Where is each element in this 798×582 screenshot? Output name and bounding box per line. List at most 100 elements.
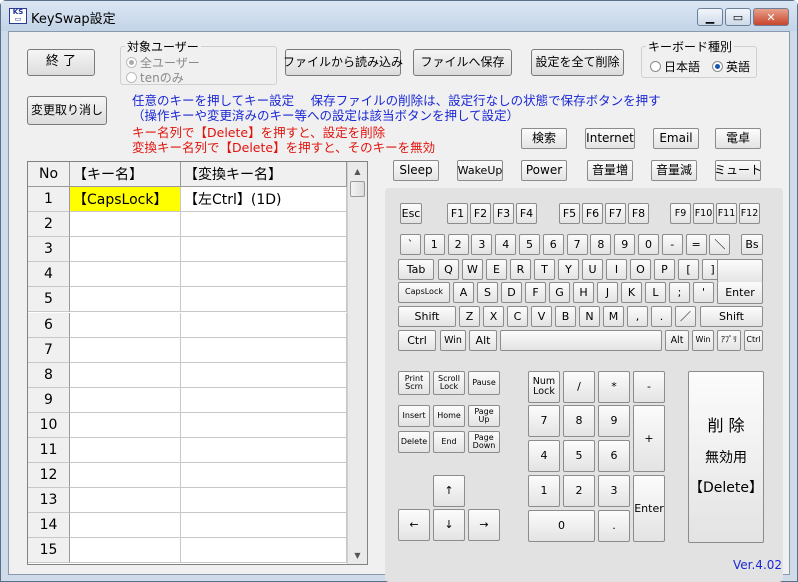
key-num-row-3[interactable]: 3 bbox=[471, 234, 493, 255]
key-internet[interactable]: Internet bbox=[585, 128, 635, 149]
grid-cell-key[interactable] bbox=[70, 312, 181, 338]
grid-cell-to[interactable] bbox=[181, 488, 347, 514]
key-space[interactable] bbox=[500, 330, 662, 351]
key-print-screen[interactable]: Print Scrn bbox=[398, 371, 430, 395]
maximize-button[interactable]: ▭ bbox=[725, 8, 751, 26]
grid-cell-to[interactable] bbox=[181, 237, 347, 263]
radio-ten-only[interactable]: tenのみ bbox=[126, 69, 184, 86]
grid-cell-to[interactable] bbox=[181, 312, 347, 338]
key-num-multiply[interactable]: * bbox=[598, 371, 630, 403]
key-q-row-6[interactable]: Y bbox=[558, 259, 579, 280]
key-num-row-5[interactable]: 5 bbox=[519, 234, 540, 255]
grid-cell-to[interactable] bbox=[181, 337, 347, 363]
close-button[interactable]: ✕ bbox=[753, 8, 789, 26]
key-num-row-12[interactable]: = bbox=[685, 234, 707, 255]
key-z-row-2[interactable]: X bbox=[483, 306, 504, 327]
key-f9[interactable]: F9 bbox=[670, 203, 691, 224]
key-enter[interactable]: Enter bbox=[717, 282, 763, 304]
key-z-row-8[interactable]: , bbox=[627, 306, 648, 327]
key-f3[interactable]: F3 bbox=[493, 203, 514, 224]
grid-cell-to[interactable] bbox=[181, 287, 347, 313]
key-num-row-11[interactable]: - bbox=[661, 234, 683, 255]
key-z-row-7[interactable]: M bbox=[603, 306, 624, 327]
key-a-row-10[interactable]: ; bbox=[669, 282, 690, 303]
key-a-row-7[interactable]: J bbox=[597, 282, 618, 303]
key-num-5[interactable]: 5 bbox=[563, 440, 595, 472]
delete-all-settings-button[interactable]: 設定を全て削除 bbox=[531, 49, 624, 76]
key-num-3[interactable]: 3 bbox=[598, 475, 630, 507]
key-z-row-9[interactable]: . bbox=[651, 306, 672, 327]
key-num-minus[interactable]: - bbox=[633, 371, 665, 403]
grid-cell-key[interactable] bbox=[70, 362, 181, 388]
key-page-up[interactable]: Page Up bbox=[468, 405, 500, 427]
key-alt-left[interactable]: Alt bbox=[469, 330, 497, 351]
grid-cell-key[interactable] bbox=[70, 488, 181, 514]
key-arrow-right[interactable]: → bbox=[468, 509, 500, 541]
key-a-row-4[interactable]: F bbox=[525, 282, 546, 303]
key-num-row-1[interactable]: 1 bbox=[423, 234, 445, 255]
grid-cell-key[interactable] bbox=[70, 387, 181, 413]
grid-cell-key[interactable] bbox=[70, 337, 181, 363]
key-num-0[interactable]: 0 bbox=[528, 510, 595, 542]
key-a-row-1[interactable]: A bbox=[453, 282, 474, 303]
key-sleep[interactable]: Sleep bbox=[393, 160, 439, 181]
key-num-divide[interactable]: / bbox=[563, 371, 595, 403]
key-alt-right[interactable]: Alt bbox=[665, 330, 689, 351]
key-pause[interactable]: Pause bbox=[468, 371, 500, 395]
key-z-row-1[interactable]: Z bbox=[459, 306, 480, 327]
scroll-up-arrow-icon[interactable]: ▲ bbox=[348, 162, 367, 180]
key-win-left[interactable]: Win bbox=[440, 330, 466, 351]
grid-cell-key[interactable] bbox=[70, 513, 181, 539]
key-ctrl-left[interactable]: Ctrl bbox=[398, 330, 436, 351]
key-a-row-11[interactable]: ' bbox=[693, 282, 714, 303]
key-tab[interactable]: Tab bbox=[398, 259, 434, 280]
key-q-row-3[interactable]: E bbox=[486, 259, 507, 280]
key-num-decimal[interactable]: . bbox=[598, 510, 630, 542]
grid-cell-to[interactable] bbox=[181, 387, 347, 413]
grid-cell-key[interactable]: 【CapsLock】 bbox=[70, 187, 181, 212]
load-from-file-button[interactable]: ファイルから読み込み bbox=[283, 49, 403, 76]
key-end[interactable]: End bbox=[433, 431, 465, 453]
key-num-row-6[interactable]: 6 bbox=[542, 234, 564, 255]
key-esc[interactable]: Esc bbox=[400, 203, 422, 224]
key-search[interactable]: 検索 bbox=[521, 128, 567, 149]
key-f8[interactable]: F8 bbox=[628, 203, 649, 224]
key-calculator[interactable]: 電卓 bbox=[715, 128, 761, 149]
key-home[interactable]: Home bbox=[433, 405, 465, 427]
grid-cell-key[interactable] bbox=[70, 287, 181, 313]
key-num-row-0[interactable]: ` bbox=[400, 234, 421, 255]
key-f7[interactable]: F7 bbox=[605, 203, 626, 224]
key-num-plus[interactable]: + bbox=[633, 405, 665, 472]
key-volume-down[interactable]: 音量減 bbox=[651, 160, 697, 181]
key-a-row-5[interactable]: G bbox=[549, 282, 570, 303]
key-z-row-10[interactable]: ／ bbox=[675, 306, 696, 327]
key-z-row-6[interactable]: N bbox=[579, 306, 600, 327]
minimize-button[interactable]: ▁ bbox=[697, 8, 723, 26]
undo-changes-button[interactable]: 変更取り消し bbox=[27, 96, 107, 125]
key-apps[interactable]: ｱﾌﾟﾘ bbox=[717, 330, 741, 351]
key-z-row-5[interactable]: B bbox=[555, 306, 576, 327]
key-capslock[interactable]: CapsLock bbox=[398, 282, 450, 303]
key-f11[interactable]: F11 bbox=[716, 203, 737, 224]
key-ctrl-right[interactable]: Ctrl bbox=[744, 330, 763, 351]
vertical-scrollbar[interactable]: ▲ ▼ bbox=[347, 162, 367, 564]
key-z-row-3[interactable]: C bbox=[507, 306, 528, 327]
key-q-row-2[interactable]: W bbox=[462, 259, 483, 280]
key-num-row-9[interactable]: 9 bbox=[614, 234, 636, 255]
exit-button[interactable]: 終 了 bbox=[27, 49, 95, 76]
key-page-down[interactable]: Page Down bbox=[468, 431, 500, 453]
delete-disable-button[interactable]: 削 除無効用 【Delete】 bbox=[688, 371, 764, 543]
key-mapping-grid[interactable]: No 【キー名】 【変換キー名】 1 【CapsLock】 【左Ctrl】(1D) 2… bbox=[27, 161, 368, 565]
key-num-2[interactable]: 2 bbox=[563, 475, 595, 507]
key-q-row-9[interactable]: O bbox=[630, 259, 651, 280]
key-q-row-8[interactable]: I bbox=[606, 259, 627, 280]
key-num-row-7[interactable]: 7 bbox=[566, 234, 588, 255]
key-wakeup[interactable]: WakeUp bbox=[457, 160, 503, 181]
grid-cell-key[interactable] bbox=[70, 262, 181, 288]
key-scroll-lock[interactable]: Scroll Lock bbox=[433, 371, 465, 395]
key-insert[interactable]: Insert bbox=[398, 405, 430, 427]
key-f2[interactable]: F2 bbox=[470, 203, 491, 224]
key-num-4[interactable]: 4 bbox=[528, 440, 560, 472]
key-a-row-3[interactable]: D bbox=[501, 282, 522, 303]
key-f1[interactable]: F1 bbox=[447, 203, 468, 224]
